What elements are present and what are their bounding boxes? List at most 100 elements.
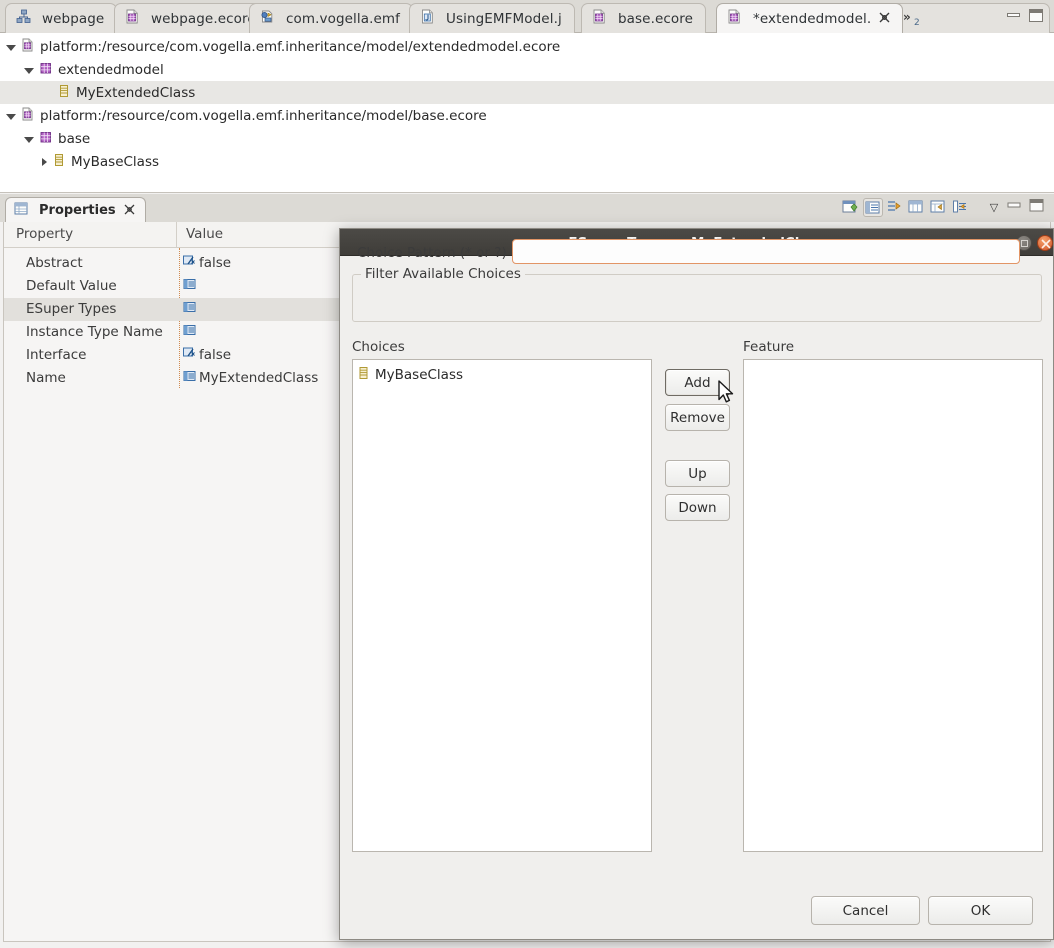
editor-tab-label: webpage.ecore bbox=[151, 10, 256, 27]
property-value[interactable]: false bbox=[183, 347, 231, 363]
maximize-icon[interactable] bbox=[1029, 9, 1043, 22]
eclass-icon bbox=[357, 366, 370, 384]
property-name: Name bbox=[26, 370, 66, 386]
editor-tab-label: UsingEMFModel.j bbox=[446, 10, 562, 27]
tab-properties[interactable]: Properties bbox=[5, 197, 146, 222]
list-item[interactable]: MyBaseClass bbox=[357, 365, 463, 385]
ecore-editor-tree[interactable]: platform:/resource/com.vogella.emf.inher… bbox=[0, 33, 1054, 193]
property-value-text: false bbox=[199, 347, 232, 363]
property-name: ESuper Types bbox=[26, 301, 117, 317]
tree-row-label: extendedmodel bbox=[58, 61, 164, 78]
property-name: Default Value bbox=[26, 278, 117, 294]
plugin-project-icon bbox=[260, 9, 275, 28]
properties-toolbar[interactable]: ▽ bbox=[841, 198, 1048, 217]
collapse-all-icon[interactable] bbox=[951, 198, 971, 217]
eclass-icon bbox=[57, 84, 71, 102]
text-value-icon bbox=[183, 370, 196, 386]
editor-tab-base-ecore[interactable]: base.ecore bbox=[581, 3, 707, 33]
property-value[interactable]: false bbox=[183, 255, 231, 271]
tree-row[interactable]: base bbox=[0, 127, 1054, 150]
twisty-expanded-icon[interactable] bbox=[6, 113, 16, 120]
java-file-icon bbox=[420, 9, 435, 28]
new-tab-icon[interactable] bbox=[841, 198, 861, 217]
tree-row[interactable]: MyExtendedClass bbox=[0, 81, 1054, 104]
ecore-file-icon bbox=[592, 9, 607, 28]
twisty-collapsed-icon[interactable] bbox=[42, 157, 47, 166]
property-name: Interface bbox=[26, 347, 87, 363]
ecore-file-icon bbox=[125, 9, 140, 28]
eclipse-workbench: webpage webpage.ecore com.vogella.emf Us… bbox=[0, 0, 1054, 948]
property-value-text: MyExtendedClass bbox=[199, 370, 319, 386]
chevron-double-right-icon: » bbox=[903, 10, 911, 24]
editor-tab-label: webpage bbox=[42, 10, 105, 27]
show-categories-icon[interactable] bbox=[863, 198, 883, 217]
feature-label: Feature bbox=[743, 339, 795, 355]
ecore-file-icon bbox=[727, 9, 742, 28]
tree-row[interactable]: platform:/resource/com.vogella.emf.inher… bbox=[0, 35, 1054, 58]
add-button[interactable]: Add bbox=[665, 369, 730, 396]
column-header-value: Value bbox=[186, 226, 224, 242]
view-menu-icon[interactable]: ▽ bbox=[984, 198, 1004, 217]
diagram-icon bbox=[16, 9, 31, 28]
show-advanced-icon[interactable] bbox=[885, 198, 905, 217]
editor-tab-extendedmodel-ecore[interactable]: *extendedmodel. bbox=[716, 3, 904, 33]
text-value-icon bbox=[183, 301, 196, 317]
editor-tab-com-vogella-emf[interactable]: com.vogella.emf bbox=[249, 3, 414, 33]
property-name: Instance Type Name bbox=[26, 324, 163, 340]
minimize-icon[interactable] bbox=[1007, 9, 1021, 21]
tree-row-label: MyBaseClass bbox=[71, 153, 160, 170]
close-icon[interactable] bbox=[1037, 235, 1053, 251]
twisty-expanded-icon[interactable] bbox=[6, 44, 16, 51]
twisty-expanded-icon[interactable] bbox=[24, 67, 34, 74]
ok-button[interactable]: OK bbox=[928, 896, 1033, 925]
text-value-icon bbox=[183, 324, 196, 340]
restore-down-icon[interactable] bbox=[907, 198, 927, 217]
property-value[interactable] bbox=[183, 278, 199, 294]
text-value-icon bbox=[183, 278, 196, 294]
close-icon[interactable] bbox=[879, 12, 890, 25]
editor-tab-label: *extendedmodel. bbox=[753, 10, 872, 27]
editor-tab-webpage[interactable]: webpage bbox=[5, 3, 118, 33]
package-icon bbox=[39, 130, 53, 148]
property-value[interactable]: MyExtendedClass bbox=[183, 370, 318, 386]
editor-tab-label: base.ecore bbox=[618, 10, 694, 27]
tab-properties-label: Properties bbox=[39, 202, 116, 218]
choices-list[interactable]: MyBaseClass bbox=[352, 359, 652, 852]
property-value[interactable] bbox=[183, 324, 199, 340]
choice-pattern-input[interactable] bbox=[512, 239, 1020, 264]
feature-list[interactable] bbox=[743, 359, 1043, 852]
tree-row[interactable]: platform:/resource/com.vogella.emf.inher… bbox=[0, 104, 1054, 127]
close-icon[interactable] bbox=[124, 204, 135, 217]
column-splitter[interactable] bbox=[176, 222, 177, 248]
boolean-value-icon bbox=[183, 347, 196, 363]
properties-icon bbox=[14, 202, 28, 219]
editor-tab-usingemfmodel[interactable]: UsingEMFModel.j bbox=[409, 3, 575, 33]
pin-icon[interactable] bbox=[929, 198, 949, 217]
tree-row-label: base bbox=[58, 130, 91, 147]
up-button[interactable]: Up bbox=[665, 460, 730, 487]
maximize-view-icon[interactable] bbox=[1028, 198, 1048, 217]
tree-row[interactable]: MyBaseClass bbox=[0, 150, 1054, 173]
property-name: Abstract bbox=[26, 255, 83, 271]
view-menu-glyph: ▽ bbox=[989, 201, 999, 214]
package-icon bbox=[39, 61, 53, 79]
overflow-count: 2 bbox=[914, 18, 920, 28]
resource-icon bbox=[21, 107, 35, 125]
twisty-expanded-icon[interactable] bbox=[24, 136, 34, 143]
remove-button[interactable]: Remove bbox=[665, 404, 730, 431]
resource-icon bbox=[21, 38, 35, 56]
property-value[interactable] bbox=[183, 301, 199, 317]
editor-tab-overflow[interactable]: » 2 bbox=[888, 3, 1050, 33]
properties-tab-row: Properties ▽ bbox=[0, 194, 1054, 222]
editor-tab-label: com.vogella.emf bbox=[286, 10, 401, 27]
cancel-button[interactable]: Cancel bbox=[811, 896, 920, 925]
boolean-value-icon bbox=[183, 255, 196, 271]
tree-row-label: platform:/resource/com.vogella.emf.inher… bbox=[40, 38, 561, 55]
minimize-view-icon[interactable] bbox=[1006, 198, 1026, 217]
choice-pattern-label: Choice Pattern (* or ?) bbox=[357, 245, 507, 261]
list-item-label: MyBaseClass bbox=[375, 367, 464, 383]
editor-tab-webpage-ecore[interactable]: webpage.ecore bbox=[114, 3, 269, 33]
eclass-icon bbox=[52, 153, 66, 171]
tree-row[interactable]: extendedmodel bbox=[0, 58, 1054, 81]
down-button[interactable]: Down bbox=[665, 494, 730, 521]
